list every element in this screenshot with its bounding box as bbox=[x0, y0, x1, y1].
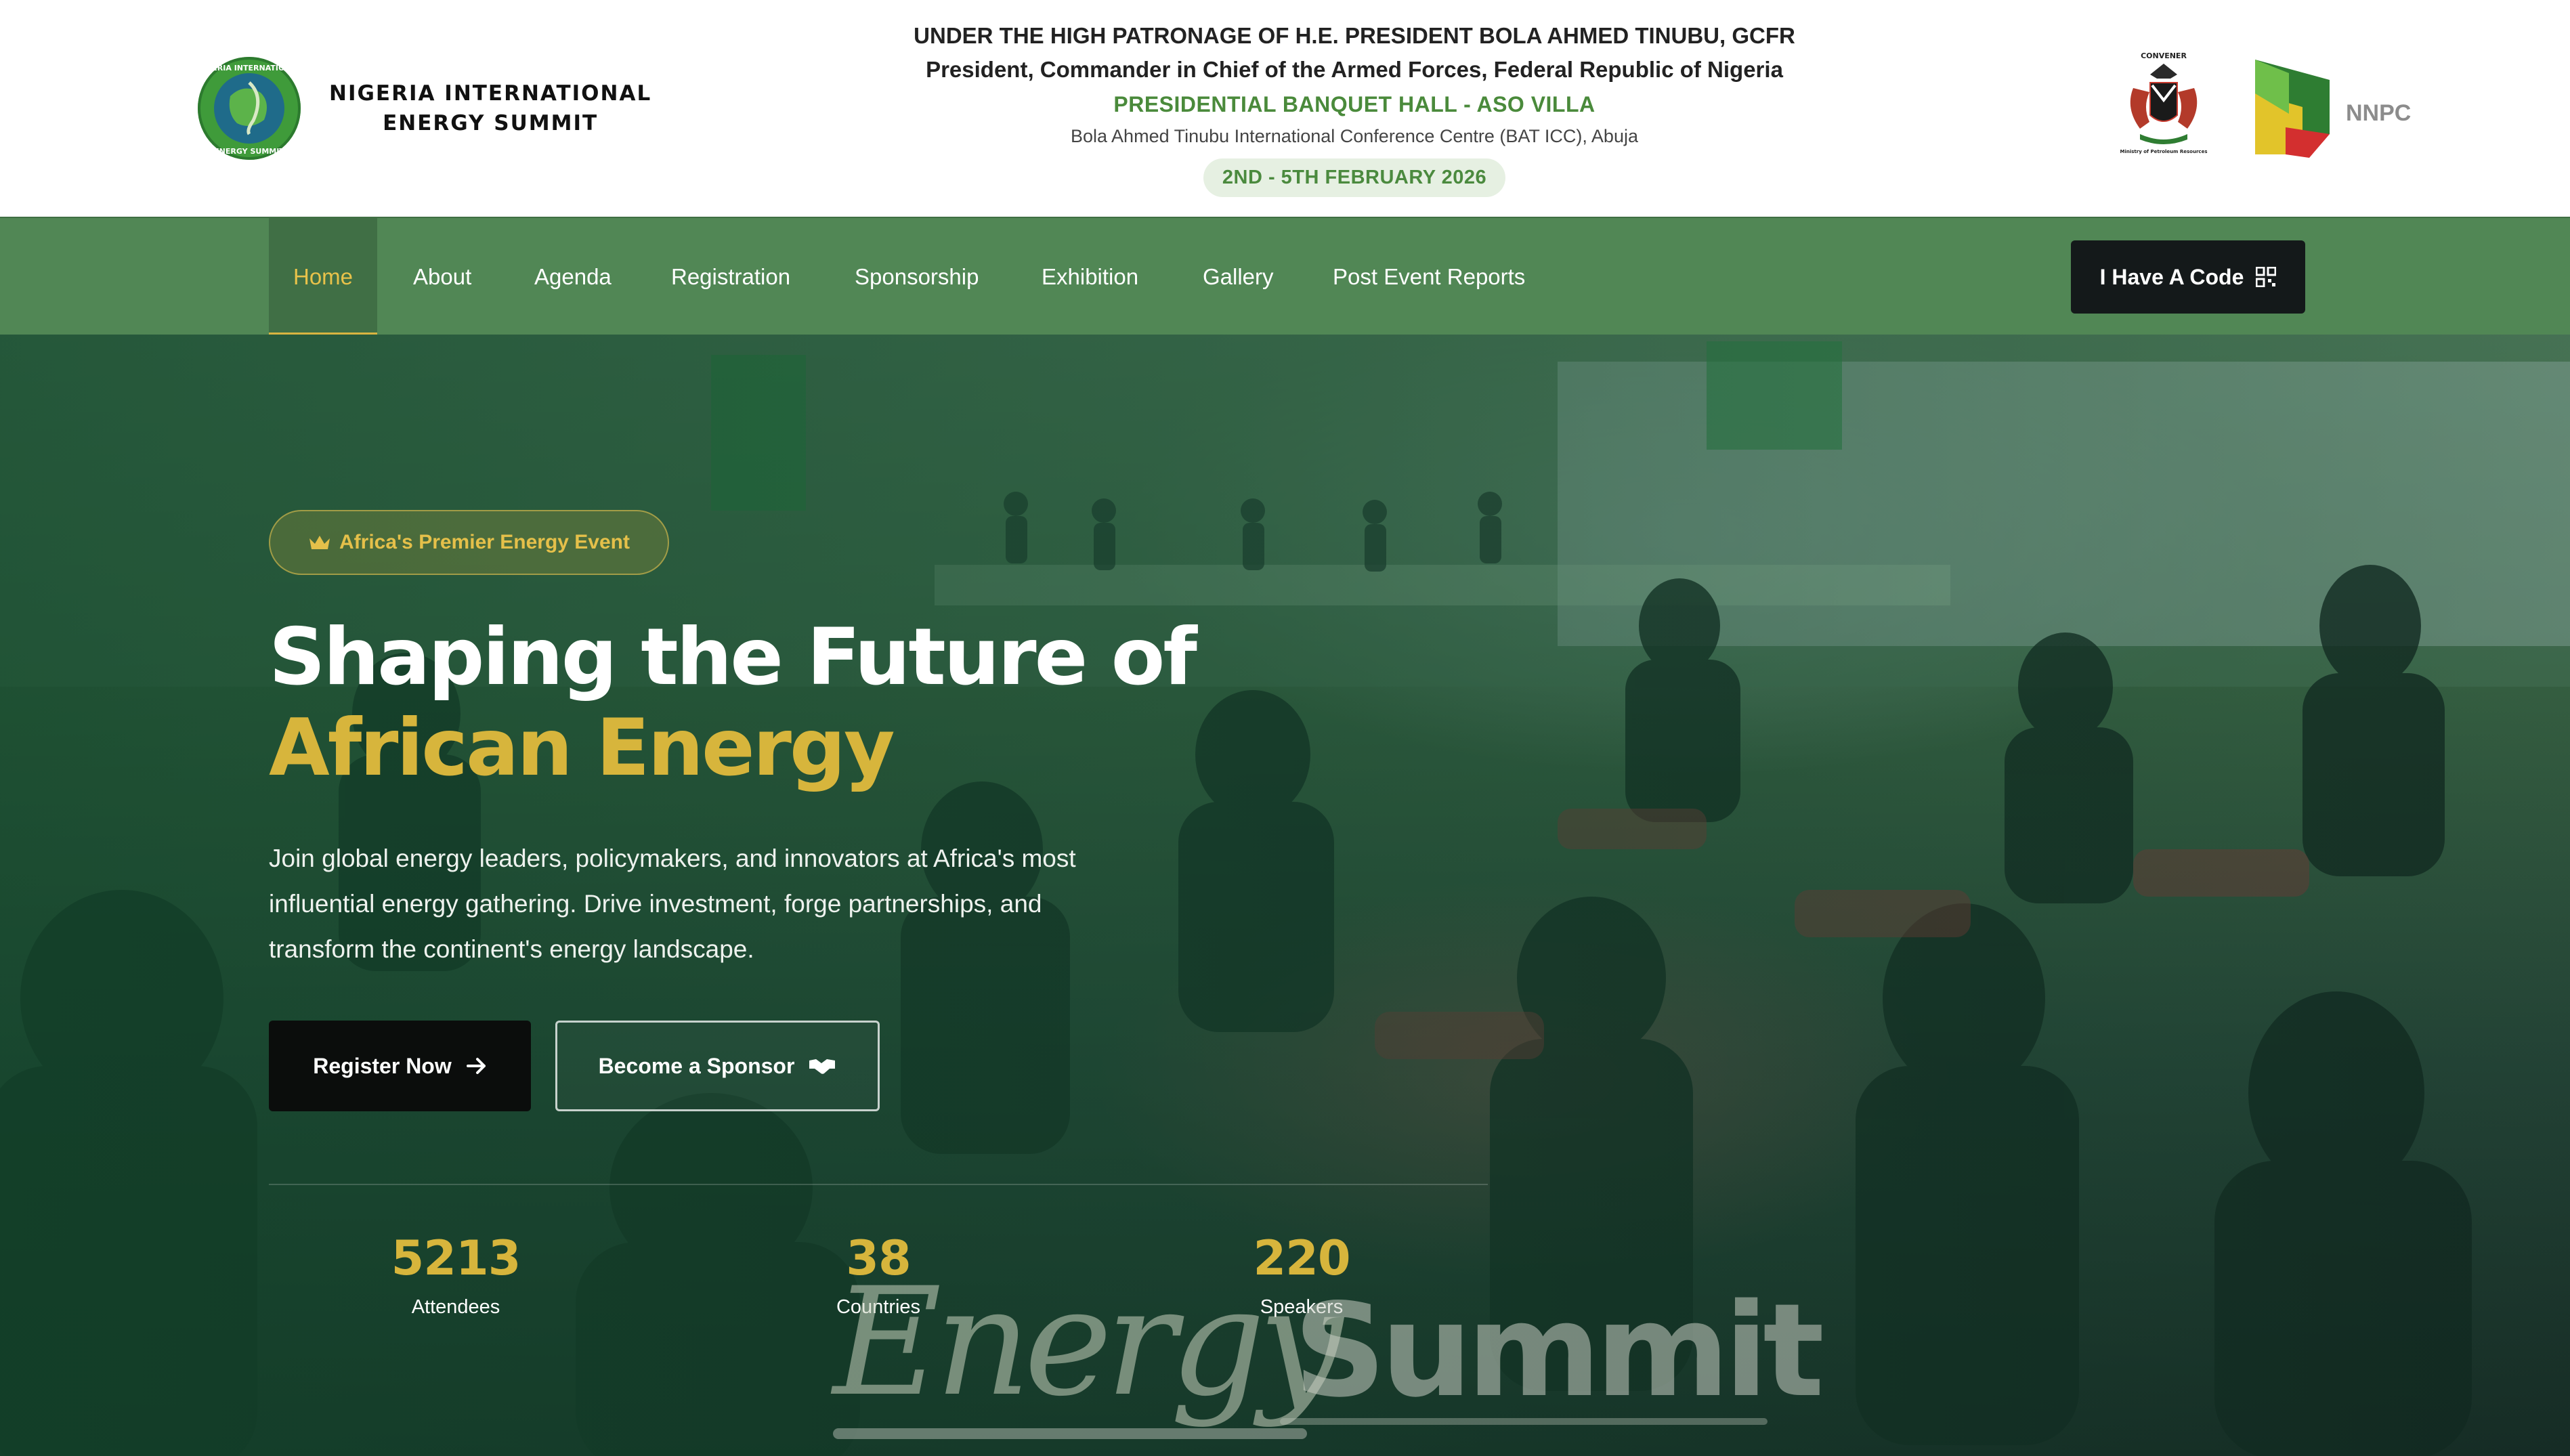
have-code-button[interactable]: I Have A Code bbox=[2071, 240, 2305, 314]
brand[interactable]: NIGERIA INTERNATIONAL ENERGY SUMMIT NIGE… bbox=[196, 56, 651, 161]
svg-text:Ministry of Petroleum Resource: Ministry of Petroleum Resources bbox=[2120, 149, 2208, 154]
stat-attendees-value: 5213 bbox=[391, 1230, 521, 1286]
svg-text:ENERGY SUMMIT: ENERGY SUMMIT bbox=[214, 147, 284, 156]
stat-countries-value: 38 bbox=[846, 1230, 911, 1286]
stat-countries: 38 Countries bbox=[756, 1230, 1000, 1319]
nnpc-mark-icon bbox=[2255, 59, 2330, 158]
register-now-label: Register Now bbox=[313, 1053, 452, 1078]
main-nav: Home About Agenda Registration Sponsorsh… bbox=[0, 217, 2570, 336]
hero-title: Shaping the Future of African Energy bbox=[269, 612, 1197, 794]
nav-item-sponsorship[interactable]: Sponsorship bbox=[855, 218, 979, 336]
stat-speakers-value: 220 bbox=[1253, 1230, 1350, 1286]
nav-item-registration[interactable]: Registration bbox=[671, 218, 790, 336]
qr-code-icon bbox=[2256, 267, 2277, 287]
crown-icon bbox=[309, 536, 330, 549]
president-title-line: President, Commander in Chief of the Arm… bbox=[926, 57, 1783, 82]
svg-text:CONVENER: CONVENER bbox=[2141, 51, 2187, 60]
event-date-badge: 2ND - 5TH FEBRUARY 2026 bbox=[1203, 158, 1506, 197]
stat-attendees-label: Attendees bbox=[411, 1296, 500, 1318]
premier-event-badge-label: Africa's Premier Energy Event bbox=[339, 531, 630, 553]
nav-item-agenda[interactable]: Agenda bbox=[534, 218, 612, 336]
patronage-line: UNDER THE HIGH PATRONAGE OF H.E. PRESIDE… bbox=[914, 23, 1795, 48]
premier-event-badge: Africa's Premier Energy Event bbox=[269, 510, 669, 575]
brand-name-line2: ENERGY SUMMIT bbox=[383, 111, 599, 135]
nav-item-about[interactable]: About bbox=[413, 218, 471, 336]
nnpc-logo: NNPC bbox=[2248, 53, 2411, 161]
stat-speakers: 220 Speakers bbox=[1180, 1230, 1423, 1319]
nav-item-home[interactable]: Home bbox=[269, 218, 378, 336]
top-header: NIGERIA INTERNATIONAL ENERGY SUMMIT NIGE… bbox=[0, 0, 2570, 217]
nnpc-label: NNPC bbox=[2346, 100, 2412, 126]
hero-description: Join global energy leaders, policymakers… bbox=[269, 844, 1076, 963]
stat-speakers-label: Speakers bbox=[1260, 1296, 1344, 1318]
become-sponsor-label: Become a Sponsor bbox=[598, 1053, 795, 1078]
address-line: Bola Ahmed Tinubu International Conferen… bbox=[1071, 126, 1638, 146]
stat-countries-label: Countries bbox=[836, 1296, 921, 1318]
register-now-button[interactable]: Register Now bbox=[269, 1021, 531, 1111]
brand-name: NIGERIA INTERNATIONAL ENERGY SUMMIT bbox=[329, 79, 651, 138]
summit-logo-icon: NIGERIA INTERNATIONAL ENERGY SUMMIT bbox=[197, 57, 301, 160]
nav-item-post-event-reports[interactable]: Post Event Reports bbox=[1333, 218, 1525, 336]
stat-attendees: 5213 Attendees bbox=[334, 1230, 578, 1319]
patronage-block: UNDER THE HIGH PATRONAGE OF H.E. PRESIDE… bbox=[813, 19, 1896, 197]
nav-item-gallery[interactable]: Gallery bbox=[1203, 218, 1274, 336]
hero-section: Africa's Premier Energy Event Shaping th… bbox=[0, 335, 2570, 1456]
handshake-icon bbox=[809, 1059, 836, 1074]
hero-title-line1: Shaping the Future of bbox=[269, 612, 1197, 703]
stats-divider bbox=[269, 1184, 1488, 1185]
venue-line: PRESIDENTIAL BANQUET HALL - ASO VILLA bbox=[1113, 92, 1595, 116]
brand-name-line1: NIGERIA INTERNATIONAL bbox=[329, 81, 652, 106]
have-code-label: I Have A Code bbox=[2099, 264, 2244, 289]
arrow-right-icon bbox=[466, 1058, 486, 1074]
coat-of-arms-icon: CONVENER Ministry of Petroleum Resources bbox=[2120, 51, 2208, 154]
become-sponsor-button[interactable]: Become a Sponsor bbox=[555, 1021, 880, 1111]
svg-text:NIGERIA INTERNATIONAL: NIGERIA INTERNATIONAL bbox=[197, 64, 301, 72]
nav-item-exhibition[interactable]: Exhibition bbox=[1042, 218, 1138, 336]
partner-logos: CONVENER Ministry of Petroleum Resources… bbox=[2113, 47, 2411, 166]
hero-title-line2: African Energy bbox=[269, 702, 895, 794]
